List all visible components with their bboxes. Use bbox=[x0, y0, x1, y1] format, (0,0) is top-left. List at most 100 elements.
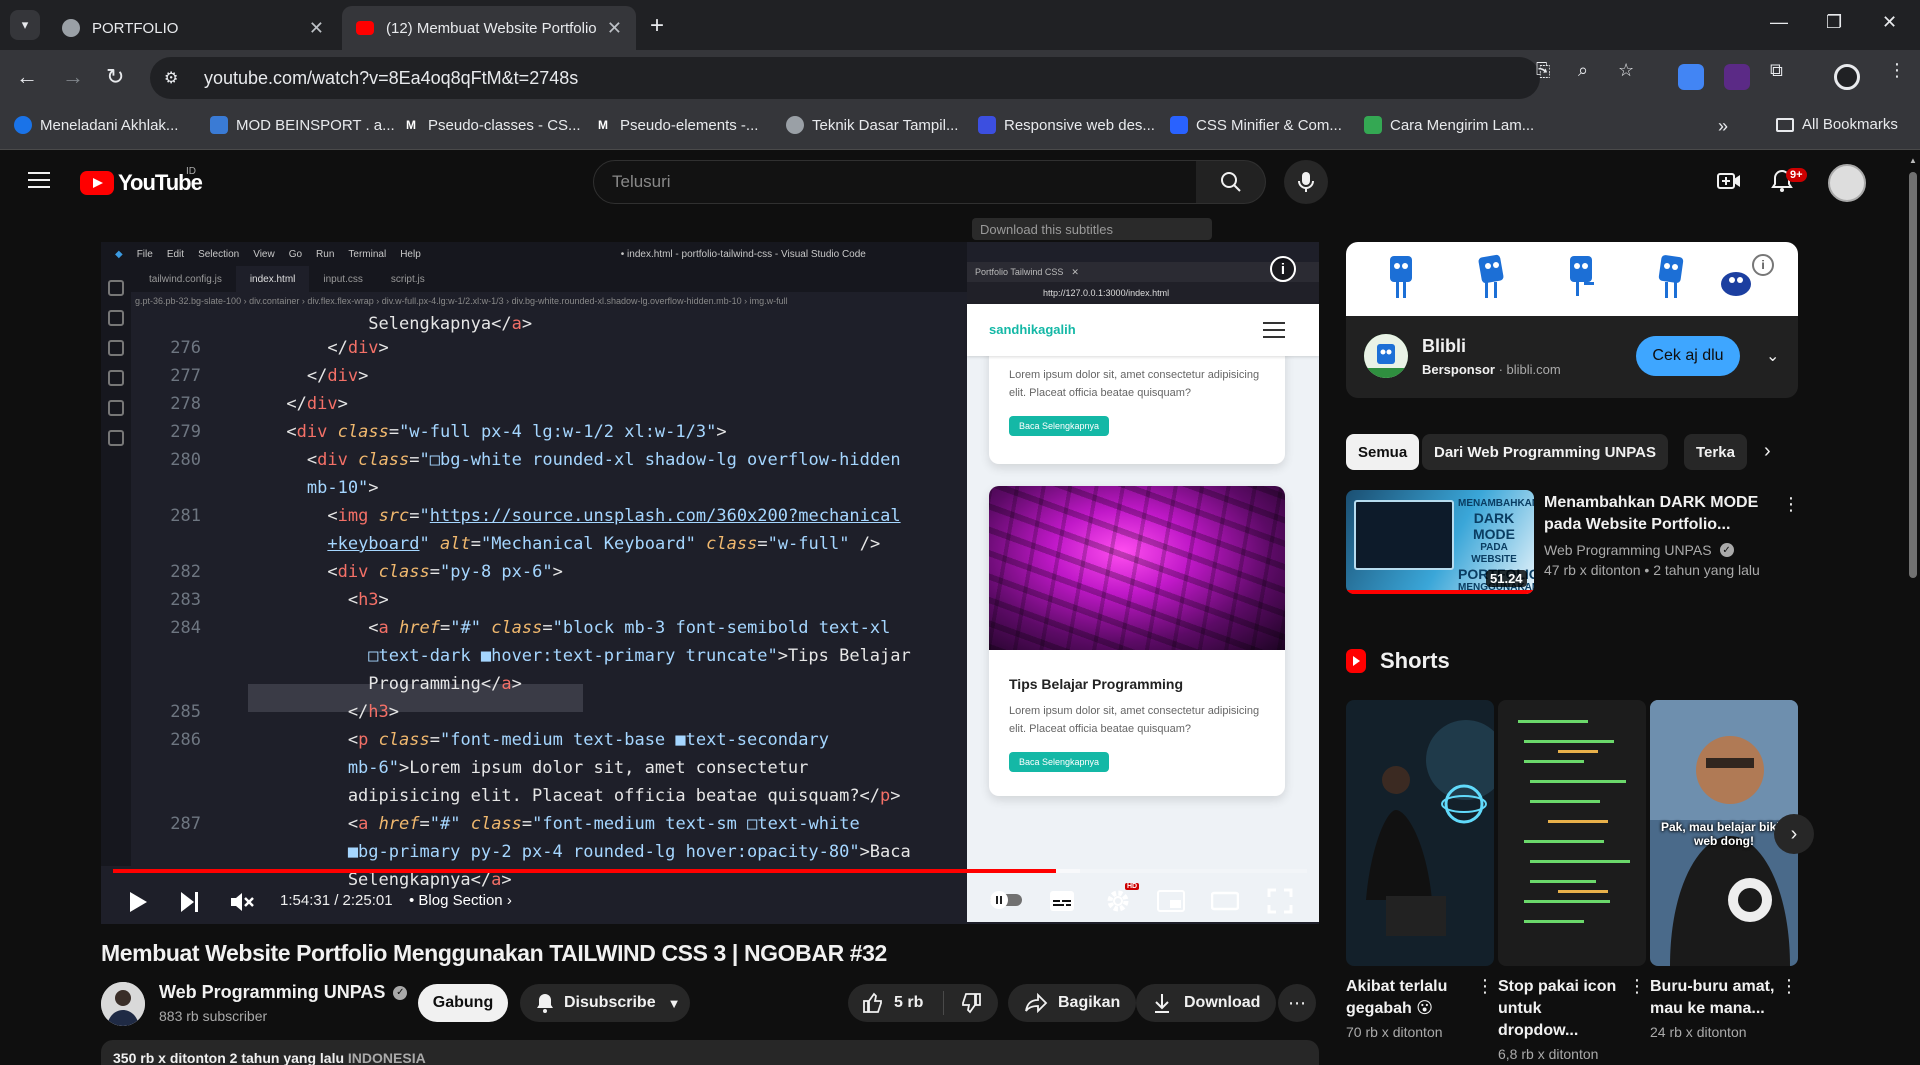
tab-search-button[interactable]: ▾ bbox=[10, 10, 40, 40]
kebab-menu-icon[interactable]: ⋮ bbox=[1476, 976, 1494, 997]
more-bookmarks-icon[interactable]: » bbox=[1718, 116, 1728, 137]
close-icon[interactable]: ✕ bbox=[607, 18, 622, 39]
chip-from-channel[interactable]: Dari Web Programming UNPAS bbox=[1422, 434, 1668, 470]
bookmark-item[interactable]: Meneladani Akhlak... bbox=[14, 116, 178, 134]
bookmark-item[interactable]: CSS Minifier & Com... bbox=[1170, 116, 1342, 134]
bookmark-item[interactable]: M Pseudo-elements -... bbox=[594, 116, 758, 134]
ad-cta-button[interactable]: Cek aj dlu bbox=[1636, 336, 1740, 376]
address-bar[interactable]: ⚙ youtube.com/watch?v=8Ea4oq8qFtM&t=2748… bbox=[150, 57, 1540, 99]
scroll-up-icon[interactable]: ▲ bbox=[1909, 156, 1917, 165]
download-subtitles-button[interactable]: Download this subtitles bbox=[972, 218, 1212, 240]
subtitles-cc-icon[interactable] bbox=[1049, 890, 1075, 912]
bookmarks-bar: Meneladani Akhlak... MOD BEINSPORT . a..… bbox=[0, 106, 1920, 150]
next-video-icon[interactable] bbox=[179, 890, 201, 914]
search-input[interactable]: Telusuri bbox=[593, 160, 1197, 204]
settings-gear-icon[interactable] bbox=[1105, 888, 1131, 914]
install-app-icon[interactable]: ⎘ bbox=[1536, 60, 1550, 81]
video-player[interactable]: ◆ File Edit Selection View Go Run Termin… bbox=[101, 242, 1319, 924]
kebab-menu-icon[interactable]: ⋮ bbox=[1780, 976, 1798, 997]
description-box[interactable]: 350 rb x ditonton 2 tahun yang lalu INDO… bbox=[101, 1040, 1319, 1065]
preview-tab-title: Portfolio Tailwind CSS bbox=[975, 267, 1064, 277]
verified-check-icon: ✓ bbox=[393, 985, 408, 1000]
restore-icon[interactable]: ❐ bbox=[1826, 12, 1842, 33]
bookmark-star-icon[interactable]: ☆ bbox=[1618, 60, 1634, 81]
short-item[interactable]: Stop pakai icon untuk dropdow... 6,8 rb … bbox=[1498, 700, 1646, 1062]
chapter-title[interactable]: • Blog Section › bbox=[409, 892, 512, 909]
short-views: 6,8 rb x ditonton bbox=[1498, 1046, 1599, 1062]
kebab-menu-icon[interactable]: ⋮ bbox=[1888, 60, 1906, 81]
bookmark-label: CSS Minifier & Com... bbox=[1196, 116, 1342, 134]
mdn-icon: M bbox=[598, 118, 608, 132]
download-button[interactable]: Download bbox=[1136, 984, 1277, 1022]
channel-name[interactable]: Web Programming UNPAS ✓ bbox=[159, 982, 408, 1003]
guide-menu-icon[interactable] bbox=[28, 172, 50, 188]
kebab-menu-icon[interactable]: ⋮ bbox=[1782, 494, 1800, 515]
browser-tab-youtube[interactable]: (12) Membuat Website Portfolio ✕ bbox=[342, 6, 636, 50]
autoplay-toggle[interactable] bbox=[989, 890, 1023, 910]
vscode-menu-item: File bbox=[136, 248, 153, 260]
like-button[interactable]: 5 rb bbox=[848, 991, 944, 1015]
video-progress-bar[interactable] bbox=[113, 869, 1307, 873]
bookmark-item[interactable]: Cara Mengirim Lam... bbox=[1364, 116, 1534, 134]
short-item[interactable]: Akibat terlalu gegabah 😮 70 rb x ditonto… bbox=[1346, 700, 1494, 1040]
play-icon[interactable] bbox=[127, 890, 149, 914]
forward-arrow-icon[interactable]: → bbox=[62, 64, 84, 90]
join-button[interactable]: Gabung bbox=[418, 984, 508, 1022]
close-icon[interactable]: ✕ bbox=[309, 18, 324, 39]
sponsored-ad-card[interactable]: i Blibli Bersponsor · blibli.com Cek aj … bbox=[1346, 242, 1798, 398]
minimize-icon[interactable]: — bbox=[1770, 12, 1788, 33]
chevron-right-icon[interactable]: › bbox=[1764, 440, 1771, 463]
new-tab-button[interactable]: + bbox=[650, 12, 664, 40]
preview-card-button: Baca Selengkapnya bbox=[1009, 416, 1110, 436]
vscode-menu-item: Go bbox=[288, 248, 303, 260]
recommended-video[interactable]: MENAMBAHKAN DARK MODE PADA WEBSITE PORTF… bbox=[1346, 490, 1800, 594]
kebab-menu-icon[interactable]: ⋮ bbox=[1628, 976, 1646, 997]
create-video-icon[interactable] bbox=[1716, 168, 1742, 194]
bookmark-item[interactable]: MOD BEINSPORT . a... bbox=[210, 116, 395, 134]
theater-mode-icon[interactable] bbox=[1211, 890, 1239, 912]
bookmark-item[interactable]: M Pseudo-classes - CS... bbox=[402, 116, 581, 134]
shorts-next-button[interactable]: › bbox=[1774, 814, 1814, 854]
scrollbar-thumb[interactable] bbox=[1909, 172, 1917, 578]
tab-title: PORTFOLIO bbox=[92, 19, 179, 37]
dislike-button[interactable] bbox=[944, 992, 982, 1014]
back-arrow-icon[interactable]: ← bbox=[16, 64, 38, 90]
all-bookmarks-button[interactable]: All Bookmarks bbox=[1776, 116, 1898, 133]
chevron-right-icon: › bbox=[1790, 822, 1798, 845]
zoom-icon[interactable]: ⌕ bbox=[1578, 60, 1588, 81]
more-actions-button[interactable]: ⋯ bbox=[1278, 984, 1316, 1022]
extensions-puzzle-icon[interactable]: ⧉ bbox=[1770, 60, 1783, 81]
subscribe-button[interactable]: Disubscribe ▼ bbox=[520, 984, 690, 1022]
site-settings-icon[interactable]: ⚙ bbox=[164, 68, 190, 88]
close-icon: ✕ bbox=[1071, 266, 1079, 277]
browser-tab-portfolio[interactable]: PORTFOLIO ✕ bbox=[48, 6, 338, 50]
extension-icon[interactable] bbox=[1724, 64, 1750, 90]
channel-avatar[interactable] bbox=[101, 982, 145, 1026]
video-info-icon[interactable]: i bbox=[1270, 256, 1296, 282]
miniplayer-icon[interactable] bbox=[1157, 890, 1185, 912]
account-avatar[interactable] bbox=[1828, 164, 1866, 202]
search-button[interactable] bbox=[1196, 160, 1266, 204]
chip-related[interactable]: Terka bbox=[1684, 434, 1747, 470]
chevron-down-icon[interactable]: ⌄ bbox=[1766, 346, 1779, 366]
bookmark-item[interactable]: Responsive web des... bbox=[978, 116, 1155, 134]
ad-info-icon[interactable]: i bbox=[1752, 254, 1774, 276]
share-button[interactable]: Bagikan bbox=[1008, 984, 1137, 1022]
profile-icon[interactable] bbox=[1834, 64, 1860, 90]
short-item[interactable]: Pak, mau belajar bikin web dong! Buru-bu… bbox=[1650, 700, 1798, 1040]
fullscreen-icon[interactable] bbox=[1267, 888, 1293, 914]
page-scrollbar[interactable]: ▲ bbox=[1906, 150, 1920, 1065]
reload-icon[interactable]: ↻ bbox=[106, 64, 124, 90]
vscode-menu-item: Run bbox=[316, 248, 335, 260]
youtube-logo[interactable]: YouTube bbox=[80, 170, 203, 196]
window-close-icon[interactable]: ✕ bbox=[1882, 12, 1897, 33]
youtube-header: YouTube ID Telusuri bbox=[0, 150, 1920, 216]
ad-cta-label: Cek aj dlu bbox=[1652, 347, 1724, 364]
vscode-logo-icon: ◆ bbox=[115, 248, 123, 260]
description-tag[interactable]: INDONESIA bbox=[348, 1050, 426, 1065]
voice-search-button[interactable] bbox=[1284, 160, 1328, 204]
bookmark-item[interactable]: Teknik Dasar Tampil... bbox=[786, 116, 958, 134]
chip-all[interactable]: Semua bbox=[1346, 434, 1420, 470]
muted-volume-icon[interactable] bbox=[229, 890, 255, 914]
google-translate-extension-icon[interactable] bbox=[1678, 64, 1704, 90]
